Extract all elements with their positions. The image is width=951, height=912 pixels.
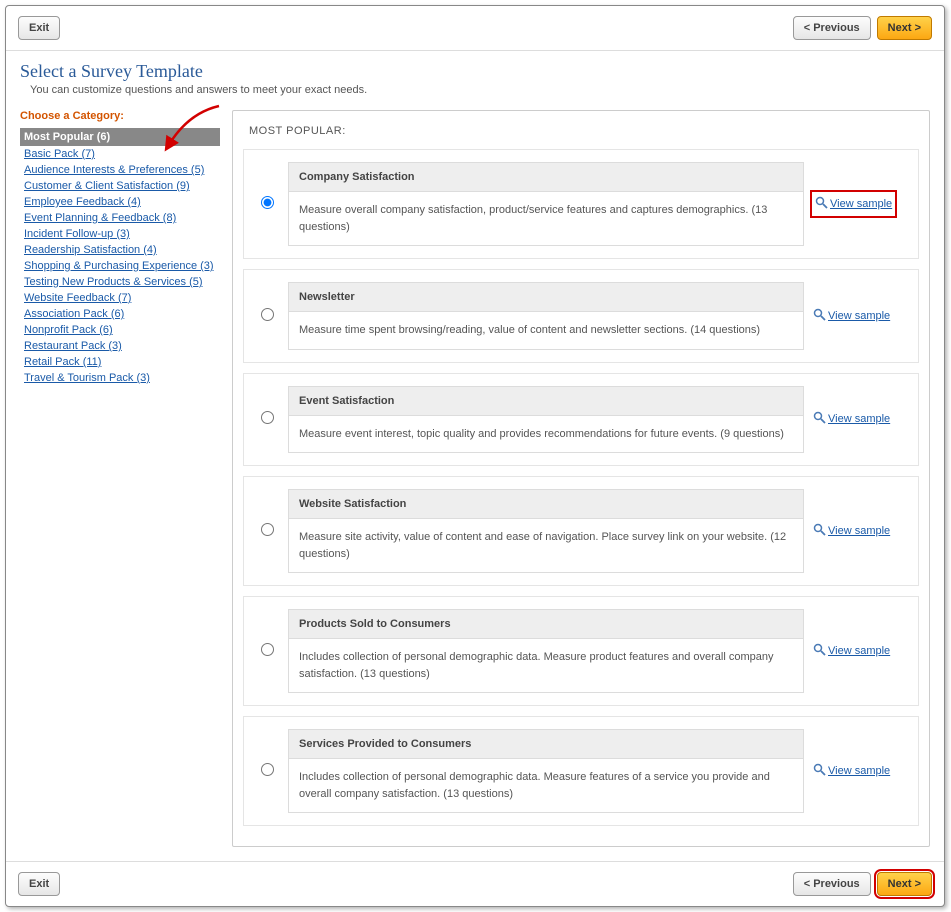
template-title: Website Satisfaction xyxy=(289,490,803,519)
template-panel: MOST POPULAR: Company SatisfactionMeasur… xyxy=(232,110,930,847)
magnifier-icon xyxy=(813,308,826,324)
view-sample-link[interactable]: View sample xyxy=(830,198,892,210)
template-radio[interactable] xyxy=(261,523,274,536)
next-button-bottom[interactable]: Next > xyxy=(877,872,932,896)
page-title: Select a Survey Template xyxy=(20,61,930,82)
next-button-top[interactable]: Next > xyxy=(877,16,932,40)
category-link[interactable]: Association Pack (6) xyxy=(24,308,124,320)
view-sample-link[interactable]: View sample xyxy=(828,413,890,425)
template-radio[interactable] xyxy=(261,411,274,424)
template-row: Services Provided to ConsumersIncludes c… xyxy=(243,716,919,826)
exit-button-bottom[interactable]: Exit xyxy=(18,872,60,896)
view-sample-link[interactable]: View sample xyxy=(828,525,890,537)
template-row: Products Sold to ConsumersIncludes colle… xyxy=(243,596,919,706)
category-active[interactable]: Most Popular (6) xyxy=(20,128,220,146)
template-description: Includes collection of personal demograp… xyxy=(289,759,803,812)
template-radio[interactable] xyxy=(261,643,274,656)
template-radio[interactable] xyxy=(261,763,274,776)
template-description: Includes collection of personal demograp… xyxy=(289,639,803,692)
template-title: Event Satisfaction xyxy=(289,387,803,416)
category-link[interactable]: Travel & Tourism Pack (3) xyxy=(24,372,150,384)
template-row: NewsletterMeasure time spent browsing/re… xyxy=(243,269,919,363)
magnifier-icon xyxy=(813,763,826,779)
category-link[interactable]: Nonprofit Pack (6) xyxy=(24,324,113,336)
category-link[interactable]: Restaurant Pack (3) xyxy=(24,340,122,352)
template-title: Newsletter xyxy=(289,283,803,312)
previous-button-top[interactable]: < Previous xyxy=(793,16,871,40)
category-heading: Choose a Category: xyxy=(20,110,220,122)
template-description: Measure site activity, value of content … xyxy=(289,519,803,572)
category-link[interactable]: Incident Follow-up (3) xyxy=(24,228,130,240)
category-link[interactable]: Event Planning & Feedback (8) xyxy=(24,212,176,224)
category-list: Most Popular (6) Basic Pack (7) Audience… xyxy=(20,128,220,386)
category-link[interactable]: Retail Pack (11) xyxy=(24,356,101,368)
view-sample-link[interactable]: View sample xyxy=(828,765,890,777)
template-description: Measure overall company satisfaction, pr… xyxy=(289,192,803,245)
exit-button-top[interactable]: Exit xyxy=(18,16,60,40)
category-link[interactable]: Shopping & Purchasing Experience (3) xyxy=(24,260,214,272)
template-radio[interactable] xyxy=(261,196,274,209)
view-sample-link[interactable]: View sample xyxy=(828,645,890,657)
magnifier-icon xyxy=(813,643,826,659)
template-row: Company SatisfactionMeasure overall comp… xyxy=(243,149,919,259)
page-subtitle: You can customize questions and answers … xyxy=(30,84,930,96)
template-title: Services Provided to Consumers xyxy=(289,730,803,759)
panel-heading: MOST POPULAR: xyxy=(249,125,919,137)
template-title: Company Satisfaction xyxy=(289,163,803,192)
template-row: Website SatisfactionMeasure site activit… xyxy=(243,476,919,586)
category-link[interactable]: Testing New Products & Services (5) xyxy=(24,276,203,288)
category-link[interactable]: Customer & Client Satisfaction (9) xyxy=(24,180,190,192)
template-description: Measure event interest, topic quality an… xyxy=(289,416,803,453)
view-sample-link[interactable]: View sample xyxy=(828,310,890,322)
template-radio[interactable] xyxy=(261,308,274,321)
category-link[interactable]: Readership Satisfaction (4) xyxy=(24,244,157,256)
category-link[interactable]: Website Feedback (7) xyxy=(24,292,131,304)
template-row: Event SatisfactionMeasure event interest… xyxy=(243,373,919,467)
template-description: Measure time spent browsing/reading, val… xyxy=(289,312,803,349)
magnifier-icon xyxy=(813,523,826,539)
category-link[interactable]: Audience Interests & Preferences (5) xyxy=(24,164,204,176)
magnifier-icon xyxy=(813,411,826,427)
previous-button-bottom[interactable]: < Previous xyxy=(793,872,871,896)
magnifier-icon xyxy=(815,196,828,212)
category-link[interactable]: Basic Pack (7) xyxy=(24,148,95,160)
category-link[interactable]: Employee Feedback (4) xyxy=(24,196,141,208)
template-title: Products Sold to Consumers xyxy=(289,610,803,639)
